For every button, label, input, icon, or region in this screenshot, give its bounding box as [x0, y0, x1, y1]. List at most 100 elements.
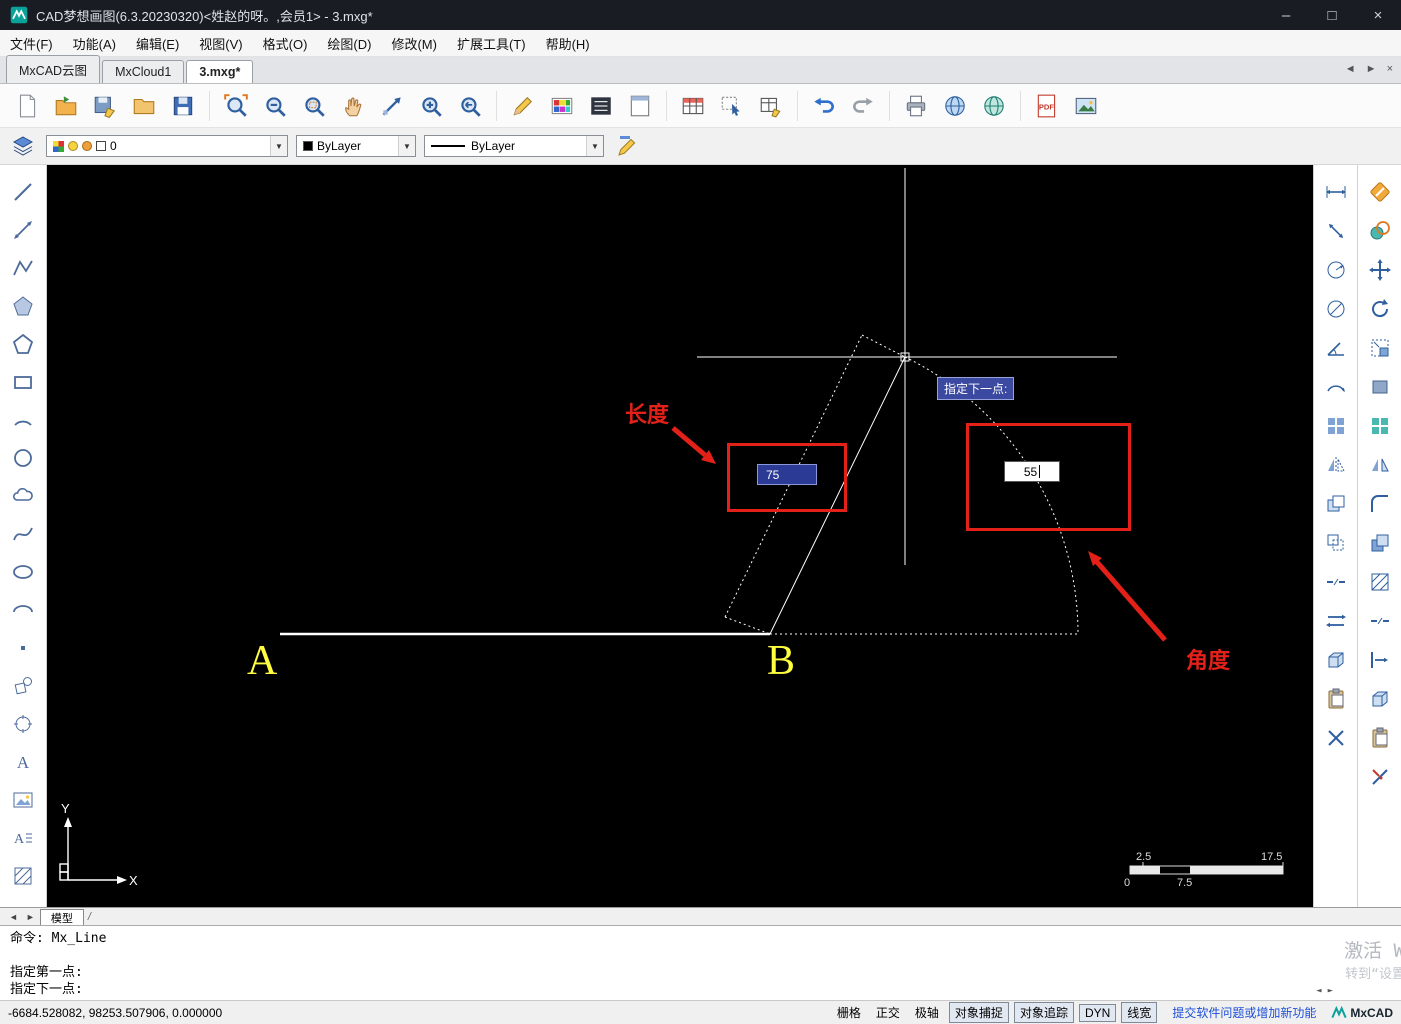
tool-revcloud-button[interactable]	[7, 479, 40, 512]
open-project-button[interactable]	[47, 87, 85, 125]
web-cloud-button[interactable]	[975, 87, 1013, 125]
trim-button[interactable]	[1363, 760, 1396, 793]
feedback-link[interactable]: 提交软件问题或增加新功能	[1172, 1004, 1316, 1021]
draw-pencil-button[interactable]	[504, 87, 542, 125]
tool-hatch-button[interactable]	[7, 859, 40, 892]
maximize-button[interactable]: □	[1309, 0, 1355, 30]
insert-image-button[interactable]	[1067, 87, 1105, 125]
command-scroll-left-icon[interactable]: ◄	[1316, 986, 1321, 996]
copy-button[interactable]	[1363, 214, 1396, 247]
sheet-scroll-right-icon[interactable]: ►	[23, 912, 38, 922]
tool-line-button[interactable]	[7, 175, 40, 208]
menu-help[interactable]: 帮助(H)	[536, 30, 600, 56]
save-as-button[interactable]	[86, 87, 124, 125]
save-button[interactable]	[164, 87, 202, 125]
tab-scroll-left-icon[interactable]: ◄	[1345, 63, 1356, 75]
tool-divide-button[interactable]	[7, 707, 40, 740]
tab-mxcad-cloud[interactable]: MxCAD云图	[6, 55, 100, 83]
tool-rectangle-button[interactable]	[7, 365, 40, 398]
tool-mtext-button[interactable]: A	[7, 821, 40, 854]
undo-button[interactable]	[805, 87, 843, 125]
menu-edit[interactable]: 编辑(E)	[126, 30, 189, 56]
tab-mxcloud1[interactable]: MxCloud1	[102, 60, 184, 83]
dim-aligned-button[interactable]	[1319, 214, 1352, 247]
tool-spline-button[interactable]	[7, 517, 40, 550]
dim-linear-button[interactable]	[1319, 175, 1352, 208]
menu-express-tools[interactable]: 扩展工具(T)	[447, 30, 536, 56]
color-palette-button[interactable]	[543, 87, 581, 125]
zoom-extents-button[interactable]	[217, 87, 255, 125]
web-publish-button[interactable]	[936, 87, 974, 125]
pdf-export-button[interactable]: PDF	[1028, 87, 1066, 125]
toggle-ortho[interactable]: 正交	[871, 1003, 905, 1022]
dim-diameter-button[interactable]	[1319, 292, 1352, 325]
tool-point-button[interactable]	[7, 631, 40, 664]
paste-button[interactable]	[1319, 682, 1352, 715]
toggle-lineweight[interactable]: 线宽	[1121, 1002, 1157, 1023]
minimize-button[interactable]: –	[1263, 0, 1309, 30]
close-button[interactable]: ×	[1355, 0, 1401, 30]
array-button[interactable]	[1319, 409, 1352, 442]
toggle-polar[interactable]: 极轴	[910, 1003, 944, 1022]
tool-image-button[interactable]	[7, 783, 40, 816]
color-select[interactable]: ByLayer ▼	[296, 135, 416, 157]
box-3d-button[interactable]	[1319, 643, 1352, 676]
select-edit-button[interactable]	[713, 87, 751, 125]
tool-polygon-button[interactable]	[7, 289, 40, 322]
model-tab[interactable]: 模型	[40, 909, 84, 927]
stack-button[interactable]	[1363, 526, 1396, 559]
dim-arc-button[interactable]	[1319, 370, 1352, 403]
region-button[interactable]	[1363, 370, 1396, 403]
scale-view-button[interactable]	[373, 87, 411, 125]
text-style-button[interactable]	[582, 87, 620, 125]
zoom-window-button[interactable]	[295, 87, 333, 125]
toggle-dyn[interactable]: DYN	[1079, 1004, 1116, 1022]
fillet-button[interactable]	[1363, 487, 1396, 520]
tool-text-button[interactable]: A	[7, 745, 40, 778]
tool-pentagon-button[interactable]	[7, 327, 40, 360]
print-button[interactable]	[897, 87, 935, 125]
layout-button[interactable]	[621, 87, 659, 125]
table-edit-button[interactable]	[752, 87, 790, 125]
menu-format[interactable]: 格式(O)	[253, 30, 318, 56]
toggle-osnap[interactable]: 对象捕捉	[949, 1002, 1009, 1023]
tool-ellipse-button[interactable]	[7, 555, 40, 588]
mirror-button[interactable]	[1319, 448, 1352, 481]
menu-function[interactable]: 功能(A)	[63, 30, 126, 56]
tab-3mxg[interactable]: 3.mxg*	[186, 60, 253, 83]
zoom-previous-button[interactable]	[451, 87, 489, 125]
box-3d-2-button[interactable]	[1363, 682, 1396, 715]
command-scroll-right-icon[interactable]: ►	[1328, 986, 1333, 996]
menu-modify[interactable]: 修改(M)	[381, 30, 447, 56]
copy-object-button[interactable]	[1319, 487, 1352, 520]
linetype-select[interactable]: ByLayer ▼	[424, 135, 604, 157]
tool-circle-button[interactable]	[7, 441, 40, 474]
zoom-in-button[interactable]	[412, 87, 450, 125]
tool-arc-button[interactable]	[7, 403, 40, 436]
hatch-2-button[interactable]	[1363, 565, 1396, 598]
tab-scroll-right-icon[interactable]: ►	[1366, 63, 1377, 75]
toggle-grid[interactable]: 栅格	[832, 1003, 866, 1022]
dim-radius-button[interactable]	[1319, 253, 1352, 286]
pan-button[interactable]	[334, 87, 372, 125]
menu-view[interactable]: 视图(V)	[189, 30, 252, 56]
drawing-canvas[interactable]: Y X 2.5 17.5 0 7.5 A B 指定下一点: 75 55 长度 角…	[47, 165, 1313, 907]
tool-ellipse-arc-button[interactable]	[7, 593, 40, 626]
layer-manager-button[interactable]	[8, 131, 38, 161]
menu-file[interactable]: 文件(F)	[0, 30, 63, 56]
erase-button[interactable]	[1363, 175, 1396, 208]
angle-input[interactable]: 55	[1004, 461, 1060, 482]
stretch-button[interactable]	[1319, 604, 1352, 637]
offset-button[interactable]	[1319, 526, 1352, 559]
chevron-down-icon[interactable]: ▼	[586, 136, 603, 156]
redo-button[interactable]	[844, 87, 882, 125]
dim-angular-button[interactable]	[1319, 331, 1352, 364]
match-properties-button[interactable]	[612, 131, 642, 161]
explode-button[interactable]	[1319, 721, 1352, 754]
chevron-down-icon[interactable]: ▼	[270, 136, 287, 156]
new-button[interactable]	[8, 87, 46, 125]
layer-select[interactable]: 0 ▼	[46, 135, 288, 157]
tool-polyline-button[interactable]	[7, 251, 40, 284]
mirror-2-button[interactable]	[1363, 448, 1396, 481]
clipboard-2-button[interactable]	[1363, 721, 1396, 754]
